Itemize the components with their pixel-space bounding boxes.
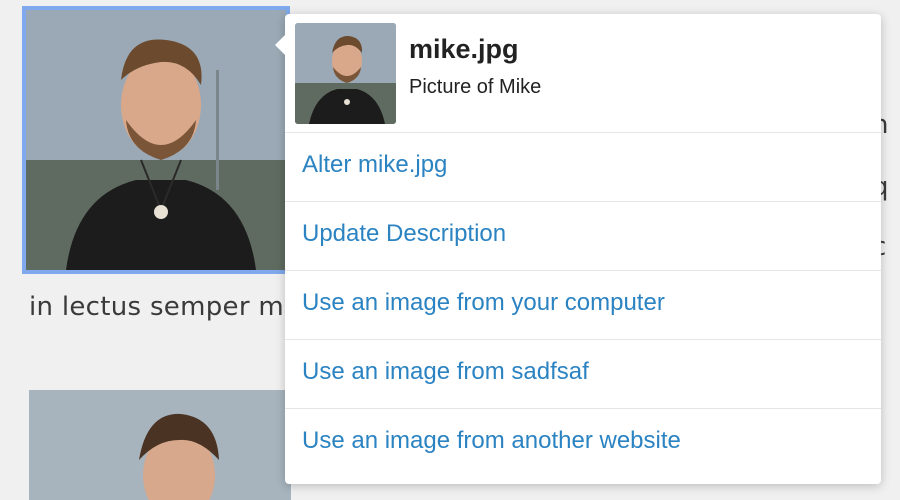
second-image[interactable] xyxy=(29,390,291,500)
update-description-link[interactable]: Update Description xyxy=(285,202,881,271)
popover-header: mike.jpg Picture of Mike xyxy=(285,14,881,133)
upload-from-computer-link[interactable]: Use an image from your computer xyxy=(285,271,881,340)
image-from-sadfsaf-link[interactable]: Use an image from sadfsaf xyxy=(285,340,881,409)
image-actions-menu: Alter mike.jpg Update Description Use an… xyxy=(285,133,881,478)
portrait-photo xyxy=(26,10,286,270)
alter-image-link[interactable]: Alter mike.jpg xyxy=(285,133,881,202)
portrait-photo-2 xyxy=(29,390,291,500)
thumbnail-photo xyxy=(295,23,396,124)
image-options-popover: mike.jpg Picture of Mike Alter mike.jpg … xyxy=(275,14,881,484)
image-file-name: mike.jpg xyxy=(409,34,519,64)
image-thumbnail xyxy=(295,23,396,124)
selected-image-mike[interactable] xyxy=(22,6,290,274)
image-from-website-link[interactable]: Use an image from another website xyxy=(285,409,881,478)
body-text-line: in lectus semper m xyxy=(29,292,285,322)
image-description: Picture of Mike xyxy=(409,76,542,98)
